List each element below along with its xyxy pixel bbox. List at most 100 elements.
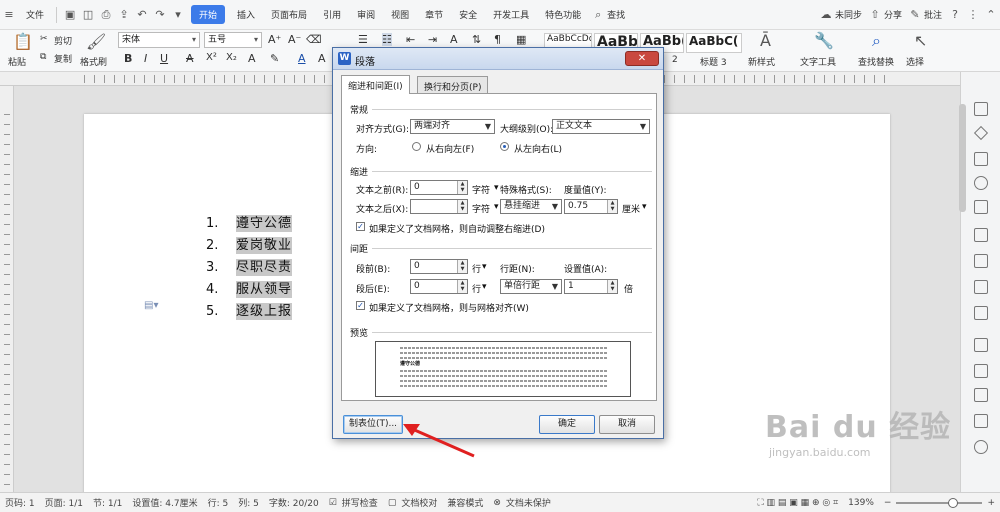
zoom-level[interactable]: 139% [843, 498, 879, 508]
vertical-ruler[interactable] [0, 86, 14, 492]
select-button[interactable]: 选择 [906, 55, 924, 68]
outline-level-select[interactable]: 正文文本 ▼ [552, 119, 650, 134]
measure-unit[interactable]: 厘米 [622, 202, 640, 215]
list-item[interactable]: 1. 遵守公德 [206, 212, 293, 232]
special-format-select[interactable]: 悬挂缩进 ▼ [500, 199, 562, 214]
tab-references[interactable]: 引用 [315, 8, 349, 21]
sync-status[interactable]: 未同步 [835, 8, 866, 21]
help-icon[interactable]: ? [946, 6, 964, 24]
doc-check-button[interactable]: 文档校对 [401, 496, 442, 509]
redo-icon[interactable]: ↷ [151, 6, 169, 24]
zoom-in-button[interactable]: + [982, 498, 1000, 508]
list-text[interactable]: 服从领导 [236, 281, 293, 298]
spinner-icon[interactable]: ▲ ▼ [457, 200, 467, 213]
decrease-indent-icon[interactable]: ⇤ [406, 33, 415, 46]
undo-icon[interactable]: ↶ [133, 6, 151, 24]
line-spacing-select[interactable]: 单倍行距 ▼ [500, 279, 562, 294]
chevron-down-icon[interactable]: ▾ [482, 262, 487, 272]
status-words[interactable]: 字数: 20/20 [264, 496, 324, 509]
styles-panel-icon[interactable] [974, 152, 988, 166]
tab-view[interactable]: 视图 [383, 8, 417, 21]
search-button[interactable]: 查找 [607, 8, 633, 21]
spinner-icon[interactable]: ▲ ▼ [457, 260, 467, 273]
comment-button[interactable]: 批注 [924, 8, 946, 21]
ok-button[interactable]: 确定 [539, 415, 595, 434]
auto-adjust-label[interactable]: 如果定义了文档网格，则自动调整右缩进(D) [369, 222, 545, 235]
cut-button[interactable]: 剪切 [54, 34, 72, 47]
tab-security[interactable]: 安全 [451, 8, 485, 21]
collapse-icon[interactable]: ⌃ [982, 6, 1000, 24]
zoom-slider-thumb[interactable] [948, 497, 959, 508]
list-item[interactable]: 5. 逐级上报 [206, 300, 293, 320]
save-icon[interactable]: ▣ [61, 6, 79, 24]
new-style-button[interactable]: 新样式 [748, 55, 775, 68]
panel-icon[interactable] [974, 102, 988, 116]
paste-button[interactable]: 粘贴 [8, 55, 26, 68]
font-name-select[interactable]: 宋体 [118, 32, 200, 48]
format-icon[interactable] [974, 364, 988, 378]
char-border-icon[interactable]: A [248, 52, 256, 65]
text-tools-button[interactable]: 文字工具 [800, 55, 836, 68]
sort-icon[interactable]: ⇅ [472, 33, 481, 46]
view-icons[interactable]: ⛶ ▥ ▤ ▣ ▦ ⊕ ◎ ⌗ [752, 498, 843, 508]
strikethrough-icon[interactable]: A [186, 52, 194, 65]
select-icon[interactable]: ↖ [914, 31, 927, 50]
close-icon[interactable]: ✕ [625, 51, 659, 66]
format-painter-icon[interactable]: 🖌 [86, 32, 106, 51]
protect-status[interactable]: 文档未保护 [506, 496, 556, 509]
find-replace-button[interactable]: 查找替换 [858, 55, 894, 68]
clear-format-icon[interactable]: ⌫ [306, 33, 322, 46]
tab-line-page-break[interactable]: 换行和分页(P) [417, 76, 489, 93]
grid-icon[interactable] [974, 254, 988, 268]
print-preview-icon[interactable]: ◫ [79, 6, 97, 24]
borders-icon[interactable]: ▦ [516, 33, 526, 46]
grid-align-label[interactable]: 如果定义了文档网格，则与网格对齐(W) [369, 301, 529, 314]
numbering-icon[interactable]: ☷ [382, 33, 392, 46]
chinese-layout-icon[interactable]: A [450, 33, 458, 46]
tabs-button[interactable]: 制表位(T)... [343, 415, 403, 434]
share-button[interactable]: 分享 [884, 8, 906, 21]
tab-home[interactable]: 开始 [191, 5, 226, 24]
style-heading-3[interactable]: AaBbC( [686, 33, 742, 53]
auto-adjust-checkbox[interactable]: ✓ [356, 222, 365, 231]
superscript-icon[interactable]: X² [206, 52, 217, 63]
indent-after-input[interactable]: ▲ ▼ [410, 199, 468, 214]
paste-icon[interactable]: 📋 [13, 32, 33, 51]
vertical-scrollbar-thumb[interactable] [959, 104, 966, 212]
tab-insert[interactable]: 插入 [229, 8, 263, 21]
show-marks-icon[interactable]: ¶ [494, 33, 501, 46]
indent-after-unit[interactable]: 字符 [472, 202, 490, 215]
indent-before-input[interactable]: 0 ▲ ▼ [410, 180, 468, 195]
space-after-input[interactable]: 0 ▲ ▼ [410, 279, 468, 294]
search-icon[interactable]: ⌕ [589, 6, 607, 24]
tab-developer[interactable]: 开发工具 [485, 8, 537, 21]
font-color-icon[interactable]: A [298, 52, 306, 65]
list-item[interactable]: 4. 服从领导 [206, 278, 293, 298]
spellcheck-button[interactable]: 拼写检查 [342, 496, 383, 509]
apps-icon[interactable] [974, 280, 988, 294]
print-icon[interactable]: ⎙ [97, 6, 115, 24]
tab-review[interactable]: 审阅 [349, 8, 383, 21]
dialog-titlebar[interactable]: W 段落 ✕ [333, 48, 663, 70]
bullets-icon[interactable]: ☰ [358, 33, 368, 46]
space-before-input[interactable]: 0 ▲ ▼ [410, 259, 468, 274]
spinner-icon[interactable]: ▲ ▼ [457, 280, 467, 293]
tab-page-layout[interactable]: 页面布局 [263, 8, 315, 21]
menu-icon[interactable]: ≡ [0, 6, 18, 24]
zoom-slider[interactable] [896, 497, 983, 508]
list-text[interactable]: 爱岗敬业 [236, 237, 293, 254]
spinner-icon[interactable]: ▲ ▼ [607, 200, 617, 213]
italic-icon[interactable]: I [144, 52, 147, 65]
zoom-out-button[interactable]: − [879, 498, 897, 508]
text-tools-icon[interactable]: 🔧 [814, 31, 834, 50]
chevron-down-icon[interactable]: ▾ [642, 202, 647, 212]
shapes-icon[interactable] [974, 176, 988, 190]
underline-icon[interactable]: U [160, 52, 168, 65]
find-replace-icon[interactable]: ⌕ [872, 31, 881, 51]
copy-button[interactable]: 复制 [54, 52, 72, 65]
print-panel-icon[interactable] [974, 338, 988, 352]
direction-rtl-label[interactable]: 从右向左(F) [426, 142, 474, 155]
tab-indent-spacing[interactable]: 缩进和间距(I) [341, 75, 410, 94]
spinner-icon[interactable]: ▲ ▼ [457, 181, 467, 194]
highlight-icon[interactable]: ✎ [270, 52, 279, 65]
